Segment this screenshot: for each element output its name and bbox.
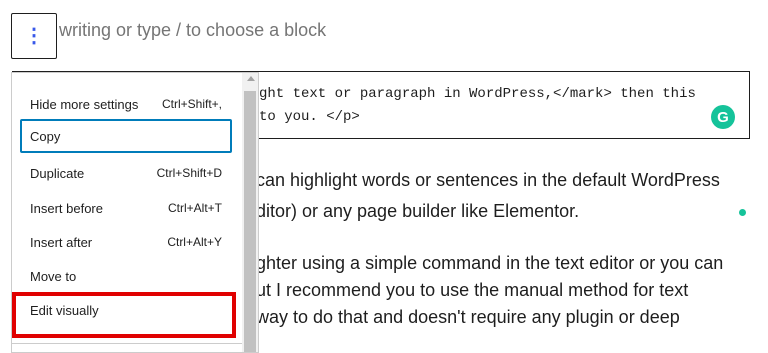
vertical-ellipsis-icon: ⋮ bbox=[24, 25, 44, 47]
menu-item-move-to[interactable]: Move to bbox=[20, 259, 232, 293]
block-options-button[interactable]: ⋮ bbox=[11, 13, 57, 59]
menu-item-label: Move to bbox=[30, 268, 77, 284]
edit-visually-highlight-box bbox=[12, 292, 236, 338]
grammarly-glyph: G bbox=[717, 108, 729, 126]
grammarly-icon[interactable]: G bbox=[711, 105, 735, 129]
menu-item-duplicate[interactable]: Duplicate Ctrl+Shift+D bbox=[20, 156, 232, 190]
menu-item-shortcut: Ctrl+Shift+D bbox=[156, 166, 222, 180]
menu-divider bbox=[12, 343, 242, 344]
menu-scrollbar[interactable] bbox=[242, 73, 258, 352]
grammarly-status-dot bbox=[739, 209, 746, 216]
menu-item-label: Insert after bbox=[30, 234, 93, 250]
scroll-up-arrow-icon[interactable] bbox=[247, 76, 255, 81]
menu-item-label: Duplicate bbox=[30, 165, 85, 181]
menu-item-shortcut: Ctrl+Alt+T bbox=[167, 201, 222, 215]
menu-item-label: Hide more settings bbox=[30, 96, 139, 112]
menu-item-label: Copy bbox=[30, 128, 61, 144]
menu-item-shortcut: Ctrl+Shift+, bbox=[161, 97, 222, 111]
menu-item-shortcut: Ctrl+Alt+Y bbox=[167, 235, 222, 249]
paragraph-line: can highlight words or sentences in the … bbox=[256, 170, 720, 190]
paragraph-line: ditor) or any page builder like Elemento… bbox=[256, 201, 580, 221]
paragraph-line: ghter using a simple command in the text… bbox=[256, 253, 724, 273]
scrollbar-thumb[interactable] bbox=[244, 91, 256, 352]
menu-item-hide-more-settings[interactable]: Hide more settings Ctrl+Shift+, bbox=[20, 87, 232, 121]
menu-item-label: Insert before bbox=[30, 200, 103, 216]
menu-item-insert-after[interactable]: Insert after Ctrl+Alt+Y bbox=[20, 225, 232, 259]
menu-item-insert-before[interactable]: Insert before Ctrl+Alt+T bbox=[20, 191, 232, 225]
paragraph-line: ut I recommend you to use the manual met… bbox=[256, 280, 689, 300]
paragraph-line: way to do that and doesn't require any p… bbox=[256, 307, 680, 327]
menu-item-copy[interactable]: Copy bbox=[20, 119, 232, 153]
block-options-menu: Hide more settings Ctrl+Shift+, Copy Dup… bbox=[11, 72, 259, 353]
block-placeholder[interactable]: writing or type / to choose a block bbox=[59, 20, 326, 41]
code-line: ght text or paragraph in WordPress,</mar… bbox=[259, 86, 696, 102]
code-line: to you. </p> bbox=[259, 109, 360, 125]
